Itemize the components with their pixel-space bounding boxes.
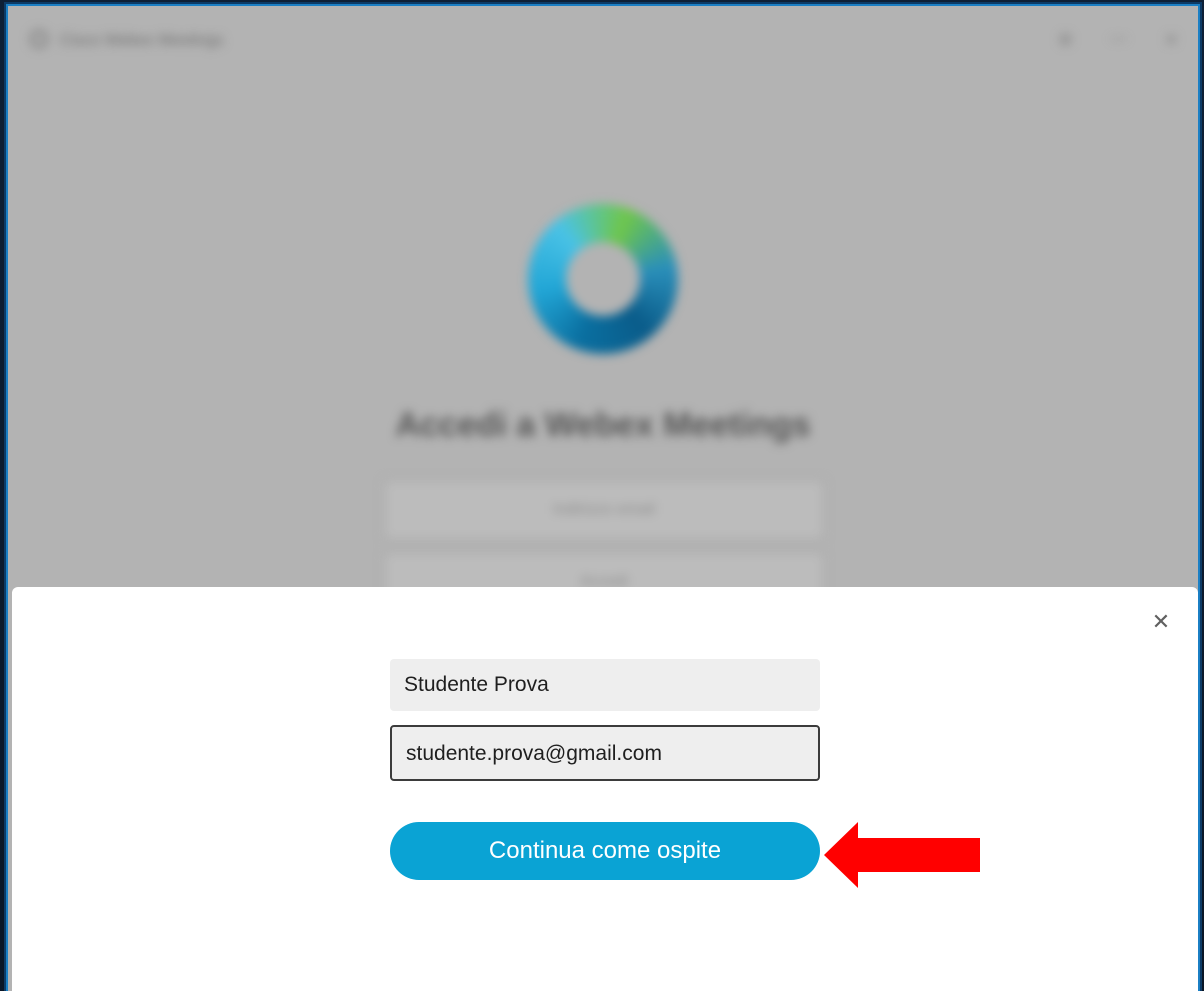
background-email-field: Indirizzo email xyxy=(384,480,824,540)
close-window-icon[interactable]: ✕ xyxy=(1165,30,1178,50)
title-bar: Cisco Webex Meetings ⚙ — ✕ xyxy=(8,6,1198,64)
continue-as-guest-button[interactable]: Continua come ospite xyxy=(390,822,820,880)
window-title: Cisco Webex Meetings xyxy=(60,32,224,49)
app-icon xyxy=(30,30,48,48)
left-arrow-icon xyxy=(824,822,980,888)
settings-icon[interactable]: ⚙ xyxy=(1058,30,1072,50)
name-field[interactable]: Studente Prova xyxy=(390,659,820,711)
minimize-icon[interactable]: — xyxy=(1111,30,1127,50)
arrow-shape xyxy=(824,822,980,888)
guest-dialog: ✕ Studente Prova studente.prova@gmail.co… xyxy=(12,587,1198,991)
window-controls[interactable]: ⚙ — ✕ xyxy=(1058,30,1178,50)
close-icon[interactable]: ✕ xyxy=(1150,611,1172,633)
welcome-heading: Accedi a Webex Meetings xyxy=(395,406,811,444)
webex-logo-icon xyxy=(528,204,678,354)
email-field[interactable]: studente.prova@gmail.com xyxy=(390,725,820,781)
